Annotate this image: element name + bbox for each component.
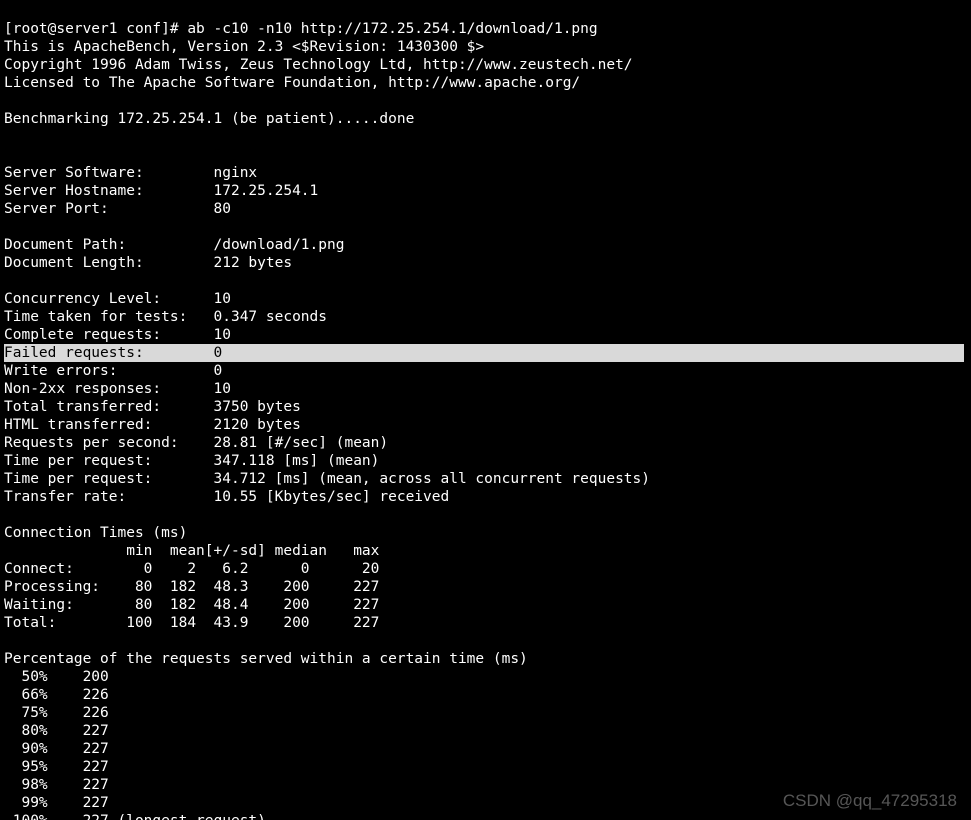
document-path: Document Path: /download/1.png <box>4 237 344 253</box>
total-transferred: Total transferred: 3750 bytes <box>4 399 301 415</box>
ab-license-line: Licensed to The Apache Software Foundati… <box>4 75 580 91</box>
server-port: Server Port: 80 <box>4 201 231 217</box>
benchmarking-line: Benchmarking 172.25.254.1 (be patient)..… <box>4 111 414 127</box>
time-per-request-mean: Time per request: 347.118 [ms] (mean) <box>4 453 379 469</box>
percentile-row: 80% 227 <box>4 723 109 739</box>
ab-copyright-line: Copyright 1996 Adam Twiss, Zeus Technolo… <box>4 57 633 73</box>
time-per-request-across: Time per request: 34.712 [ms] (mean, acr… <box>4 471 650 487</box>
shell-prompt-command: [root@server1 conf]# ab -c10 -n10 http:/… <box>4 21 598 37</box>
percentile-row: 90% 227 <box>4 741 109 757</box>
terminal-output[interactable]: [root@server1 conf]# ab -c10 -n10 http:/… <box>0 0 971 820</box>
percentiles-title: Percentage of the requests served within… <box>4 651 528 667</box>
write-errors: Write errors: 0 <box>4 363 222 379</box>
server-software: Server Software: nginx <box>4 165 257 181</box>
complete-requests: Complete requests: 10 <box>4 327 231 343</box>
percentile-row: 75% 226 <box>4 705 109 721</box>
percentile-row-longest: 100% 227 (longest request) <box>4 813 266 820</box>
percentile-row: 95% 227 <box>4 759 109 775</box>
connection-times-header: min mean[+/-sd] median max <box>4 543 379 559</box>
percentile-row: 66% 226 <box>4 687 109 703</box>
document-length: Document Length: 212 bytes <box>4 255 292 271</box>
time-taken: Time taken for tests: 0.347 seconds <box>4 309 327 325</box>
percentile-row: 50% 200 <box>4 669 109 685</box>
transfer-rate: Transfer rate: 10.55 [Kbytes/sec] receiv… <box>4 489 449 505</box>
percentile-row: 99% 227 <box>4 795 109 811</box>
percentile-row: 98% 227 <box>4 777 109 793</box>
connection-times-title: Connection Times (ms) <box>4 525 187 541</box>
failed-requests-highlighted: Failed requests: 0 <box>4 344 964 362</box>
ab-header-line: This is ApacheBench, Version 2.3 <$Revis… <box>4 39 484 55</box>
html-transferred: HTML transferred: 2120 bytes <box>4 417 301 433</box>
requests-per-second: Requests per second: 28.81 [#/sec] (mean… <box>4 435 388 451</box>
connection-times-connect: Connect: 0 2 6.2 0 20 <box>4 561 379 577</box>
connection-times-waiting: Waiting: 80 182 48.4 200 227 <box>4 597 379 613</box>
concurrency-level: Concurrency Level: 10 <box>4 291 231 307</box>
connection-times-processing: Processing: 80 182 48.3 200 227 <box>4 579 379 595</box>
non-2xx-responses: Non-2xx responses: 10 <box>4 381 231 397</box>
connection-times-total: Total: 100 184 43.9 200 227 <box>4 615 379 631</box>
server-hostname: Server Hostname: 172.25.254.1 <box>4 183 318 199</box>
